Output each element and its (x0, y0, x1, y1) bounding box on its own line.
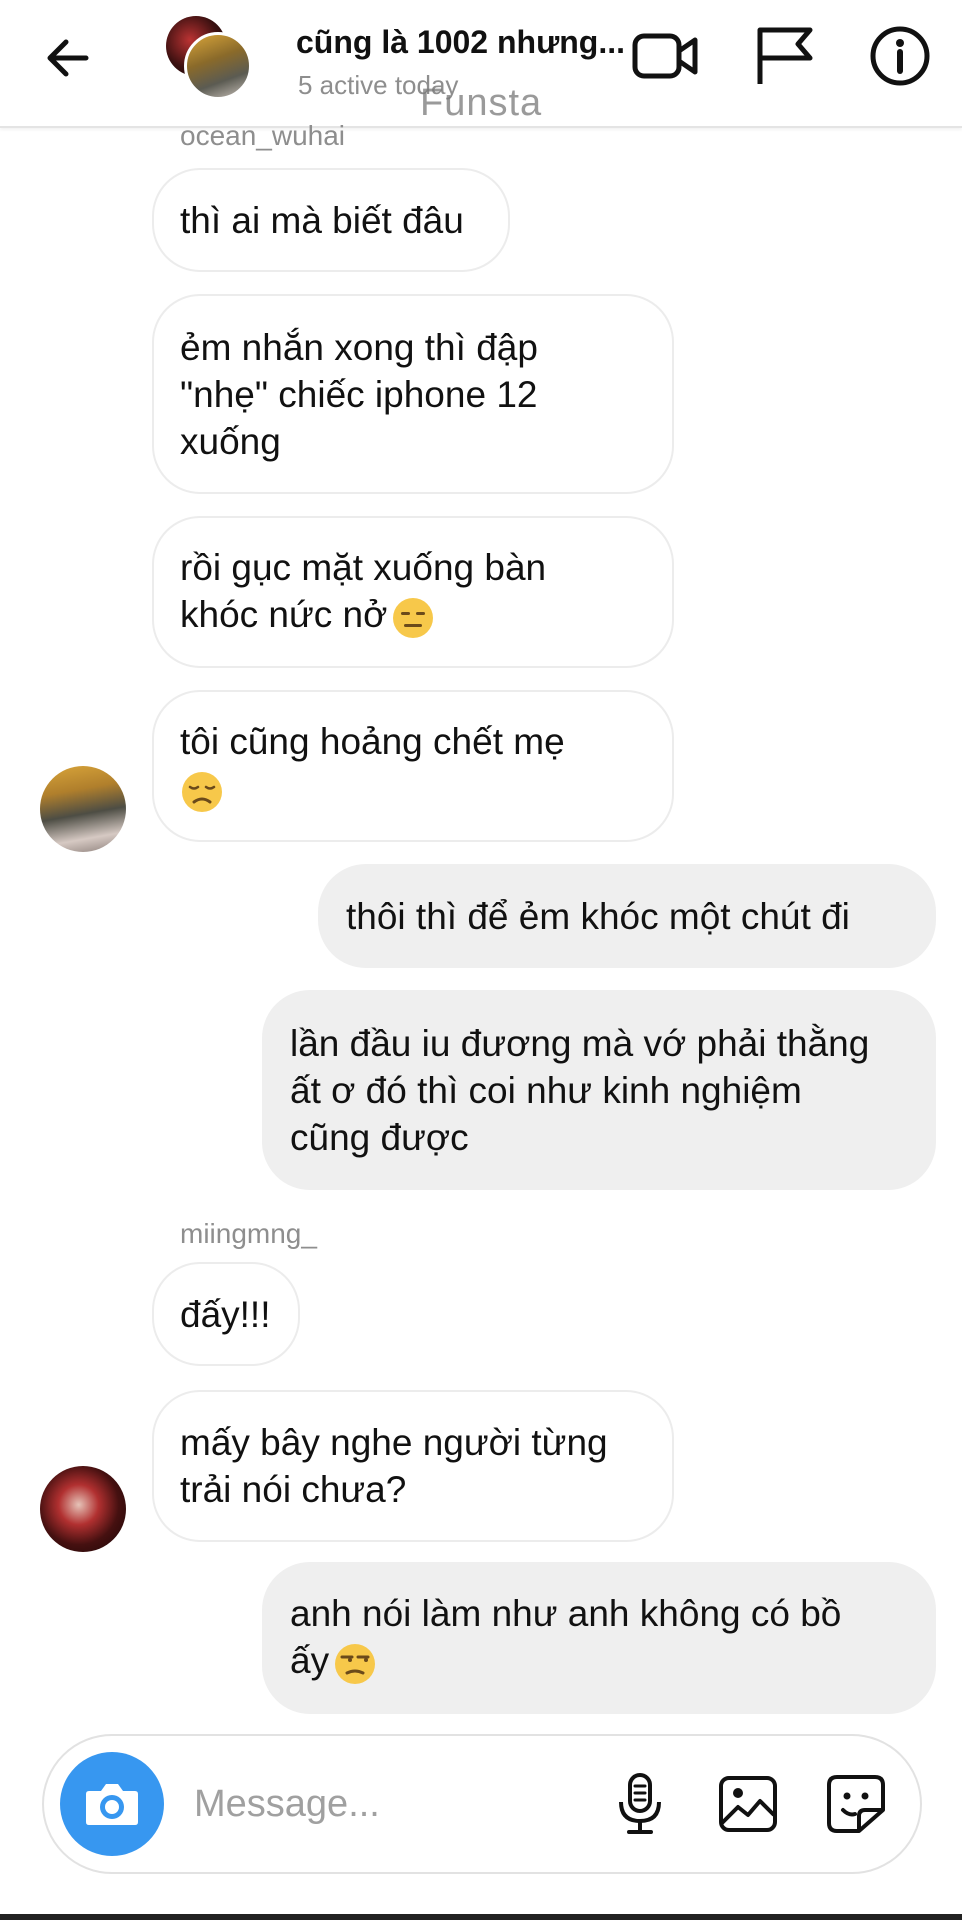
message-text: tôi cũng hoảng chết mẹ (180, 718, 565, 813)
incoming-message[interactable]: thì ai mà biết đâu (152, 168, 510, 272)
message-text: ẻm nhắn xong thì đập "nhẹ" chiếc iphone … (180, 326, 538, 462)
camera-icon (86, 1784, 138, 1825)
message-text-part: tôi cũng hoảng chết mẹ (180, 721, 565, 763)
flag-icon[interactable] (748, 24, 820, 88)
outgoing-message[interactable]: anh nói làm như anh không có bồ ấy (262, 1562, 936, 1714)
sender-name: ocean_wuhai (180, 120, 346, 151)
incoming-message[interactable]: tôi cũng hoảng chết mẹ (152, 690, 674, 842)
message-text: thì ai mà biết đâu (180, 199, 464, 241)
microphone-icon[interactable] (604, 1768, 676, 1840)
info-icon[interactable] (864, 24, 936, 88)
message-input[interactable] (194, 1776, 614, 1832)
message-text: anh nói làm như anh không có bồ ấy (290, 1590, 841, 1685)
incoming-message[interactable]: đấy!!! (152, 1262, 300, 1366)
sticker-icon[interactable] (820, 1768, 892, 1840)
message-text-part: rồi gục mặt xuống bàn khóc nức nở (180, 547, 547, 636)
message-composer (42, 1734, 922, 1874)
home-indicator (0, 1914, 962, 1920)
disappointed-face-icon (182, 771, 222, 812)
group-avatar-front (184, 32, 252, 100)
chat-header: cũng là 1002 nhưng... 5 active today Fun… (0, 0, 962, 128)
sender-avatar[interactable] (40, 766, 126, 852)
sender-name: miingmng_ (180, 1218, 317, 1249)
message-text: mấy bây nghe người từng trải nói chưa? (180, 1422, 608, 1510)
expressionless-face-icon (393, 597, 434, 638)
message-text: đấy!!! (180, 1293, 271, 1335)
gallery-icon[interactable] (712, 1768, 784, 1840)
chat-title[interactable]: cũng là 1002 nhưng... (296, 24, 636, 61)
watermark: Funsta (420, 82, 543, 124)
back-arrow-icon[interactable] (40, 30, 96, 86)
camera-button[interactable] (60, 1752, 164, 1856)
sender-avatar[interactable] (40, 1466, 126, 1552)
incoming-message[interactable]: mấy bây nghe người từng trải nói chưa? (152, 1390, 674, 1542)
outgoing-message[interactable]: lần đầu iu đương mà vớ phải thằng ất ơ đ… (262, 990, 936, 1190)
message-text: lần đầu iu đương mà vớ phải thằng ất ơ đ… (290, 1022, 870, 1158)
unamused-face-icon (335, 1643, 376, 1684)
message-text: thôi thì để ẻm khóc một chút đi (346, 895, 850, 937)
group-avatar[interactable] (166, 16, 256, 100)
outgoing-message[interactable]: thôi thì để ẻm khóc một chút đi (318, 864, 936, 968)
video-call-icon[interactable] (630, 24, 702, 88)
message-text: rồi gục mặt xuống bàn khóc nức nở (180, 544, 546, 639)
incoming-message[interactable]: ẻm nhắn xong thì đập "nhẹ" chiếc iphone … (152, 294, 674, 494)
incoming-message[interactable]: rồi gục mặt xuống bàn khóc nức nở (152, 516, 674, 668)
